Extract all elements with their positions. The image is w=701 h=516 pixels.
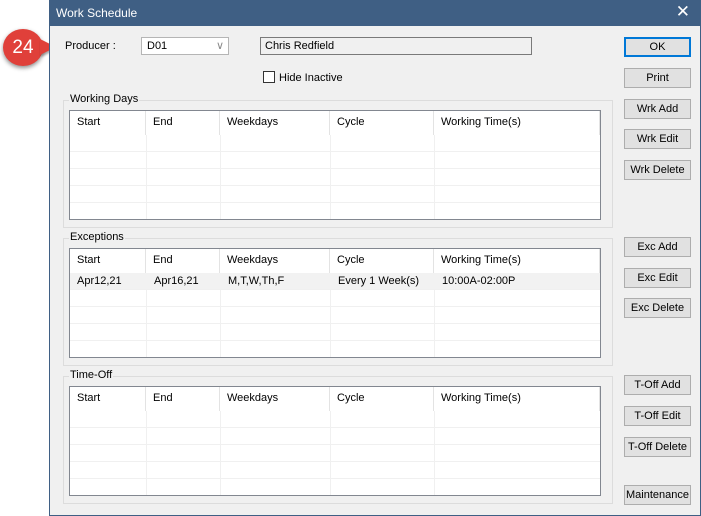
- window-title: Work Schedule: [56, 6, 138, 20]
- producer-selected-value: D01: [147, 40, 168, 52]
- time-off-title: Time-Off: [69, 369, 114, 381]
- exc-add-button[interactable]: Exc Add: [624, 237, 691, 257]
- producer-label: Producer :: [65, 40, 116, 52]
- column-header-end[interactable]: End: [146, 111, 220, 135]
- hide-inactive-label[interactable]: Hide Inactive: [279, 72, 343, 84]
- wrk-add-button[interactable]: Wrk Add: [624, 99, 691, 119]
- step-number-badge: 24: [3, 29, 43, 66]
- chevron-down-icon[interactable]: ∨: [216, 39, 224, 52]
- column-header-start[interactable]: Start: [70, 387, 146, 411]
- producer-name: Chris Redfield: [265, 40, 335, 52]
- working-days-group: Working Days Start End Weekdays Cycle Wo…: [63, 93, 613, 228]
- table-row[interactable]: [70, 445, 600, 462]
- column-header-weekdays[interactable]: Weekdays: [220, 111, 330, 135]
- step-number: 24: [12, 37, 34, 58]
- wrk-delete-button[interactable]: Wrk Delete: [624, 160, 691, 180]
- toff-add-button[interactable]: T-Off Add: [624, 375, 691, 395]
- list-header: Start End Weekdays Cycle Working Time(s): [70, 249, 600, 273]
- column-header-weekdays[interactable]: Weekdays: [220, 249, 330, 273]
- table-row[interactable]: [70, 290, 600, 307]
- column-header-working-times[interactable]: Working Time(s): [434, 387, 600, 411]
- column-header-working-times[interactable]: Working Time(s): [434, 249, 600, 273]
- work-schedule-dialog: Work Schedule ✕ Producer : D01 ∨ Chris R…: [49, 0, 701, 516]
- exc-edit-button[interactable]: Exc Edit: [624, 268, 691, 288]
- table-row[interactable]: [70, 307, 600, 324]
- table-row[interactable]: Apr12,21 Apr16,21 M,T,W,Th,F Every 1 Wee…: [70, 273, 600, 290]
- time-off-group: Time-Off Start End Weekdays Cycle Workin…: [63, 369, 613, 504]
- table-row[interactable]: [70, 428, 600, 445]
- column-header-working-times[interactable]: Working Time(s): [434, 111, 600, 135]
- list-header: Start End Weekdays Cycle Working Time(s): [70, 111, 600, 135]
- table-row[interactable]: [70, 135, 600, 152]
- table-row[interactable]: [70, 186, 600, 203]
- producer-dropdown[interactable]: D01 ∨: [141, 37, 229, 55]
- table-row[interactable]: [70, 152, 600, 169]
- time-off-list[interactable]: Start End Weekdays Cycle Working Time(s): [69, 386, 601, 496]
- print-button[interactable]: Print: [624, 68, 691, 88]
- cell-end: Apr16,21: [154, 275, 199, 287]
- table-row[interactable]: [70, 203, 600, 219]
- cell-weekdays: M,T,W,Th,F: [228, 275, 285, 287]
- column-header-weekdays[interactable]: Weekdays: [220, 387, 330, 411]
- table-row[interactable]: [70, 411, 600, 428]
- table-row[interactable]: [70, 341, 600, 357]
- toff-edit-button[interactable]: T-Off Edit: [624, 406, 691, 426]
- toff-delete-button[interactable]: T-Off Delete: [624, 437, 691, 457]
- table-row[interactable]: [70, 462, 600, 479]
- cell-working-times: 10:00A-02:00P: [442, 275, 516, 287]
- cell-start: Apr12,21: [77, 275, 122, 287]
- wrk-edit-button[interactable]: Wrk Edit: [624, 129, 691, 149]
- producer-name-field: Chris Redfield: [260, 37, 532, 55]
- column-header-start[interactable]: Start: [70, 111, 146, 135]
- hide-inactive-checkbox[interactable]: [263, 71, 275, 83]
- column-header-end[interactable]: End: [146, 249, 220, 273]
- exceptions-group: Exceptions Start End Weekdays Cycle Work…: [63, 231, 613, 366]
- close-icon[interactable]: ✕: [676, 3, 690, 21]
- working-days-title: Working Days: [69, 93, 140, 105]
- table-row[interactable]: [70, 479, 600, 495]
- column-header-end[interactable]: End: [146, 387, 220, 411]
- column-header-cycle[interactable]: Cycle: [330, 387, 434, 411]
- column-header-start[interactable]: Start: [70, 249, 146, 273]
- list-header: Start End Weekdays Cycle Working Time(s): [70, 387, 600, 411]
- title-bar: Work Schedule ✕: [50, 0, 700, 26]
- cell-cycle: Every 1 Week(s): [338, 275, 420, 287]
- column-header-cycle[interactable]: Cycle: [330, 111, 434, 135]
- table-row[interactable]: [70, 169, 600, 186]
- working-days-list[interactable]: Start End Weekdays Cycle Working Time(s): [69, 110, 601, 220]
- exceptions-title: Exceptions: [69, 231, 125, 243]
- exceptions-list[interactable]: Start End Weekdays Cycle Working Time(s)…: [69, 248, 601, 358]
- table-row[interactable]: [70, 324, 600, 341]
- column-header-cycle[interactable]: Cycle: [330, 249, 434, 273]
- maintenance-button[interactable]: Maintenance: [624, 485, 691, 505]
- ok-button[interactable]: OK: [624, 37, 691, 57]
- exc-delete-button[interactable]: Exc Delete: [624, 298, 691, 318]
